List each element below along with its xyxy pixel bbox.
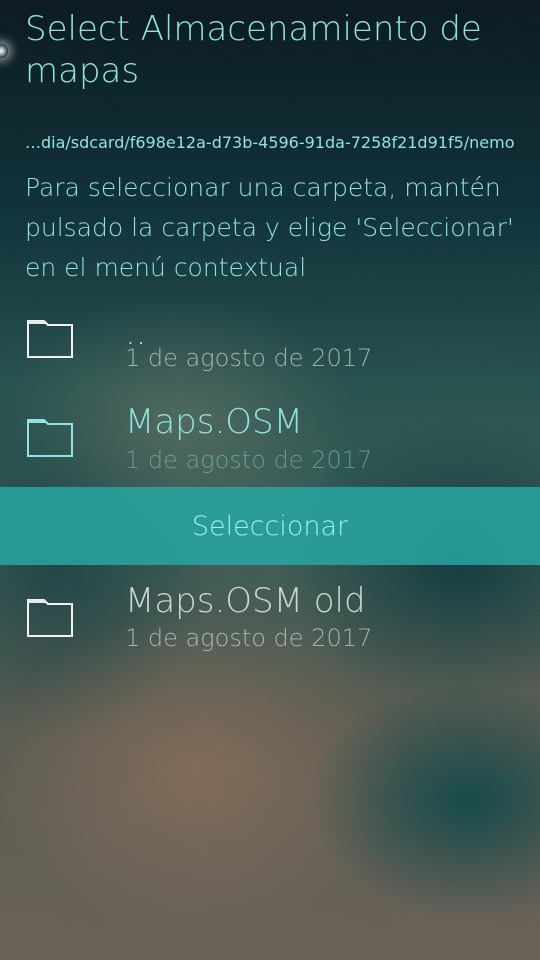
list-item-parent-folder[interactable]: .. 1 de agosto de 2017: [0, 305, 540, 397]
list-item-maps-osm-old[interactable]: Maps.OSM old 1 de agosto de 2017: [0, 575, 540, 667]
folder-icon: [27, 599, 73, 637]
selection-hint: Para seleccionar una carpeta, mantén pul…: [25, 173, 514, 282]
folder-name: Maps.OSM: [125, 402, 303, 442]
folder-date: 1 de agosto de 2017: [125, 344, 373, 372]
folder-date: 1 de agosto de 2017: [125, 624, 373, 652]
folder-date: 1 de agosto de 2017: [125, 446, 373, 474]
context-menu: Seleccionar: [0, 487, 540, 565]
current-path: …dia/sdcard/f698e12a-d73b-4596-91da-7258…: [25, 133, 515, 152]
context-menu-select-item[interactable]: Seleccionar: [192, 511, 348, 542]
pulley-indicator: [0, 44, 8, 58]
folder-icon: [27, 419, 73, 457]
list-item-maps-osm[interactable]: Maps.OSM 1 de agosto de 2017: [0, 396, 540, 488]
folder-name: Maps.OSM old: [125, 581, 366, 621]
folder-icon: [27, 320, 73, 358]
page-title: Select Almacenamiento de mapas: [25, 9, 482, 91]
